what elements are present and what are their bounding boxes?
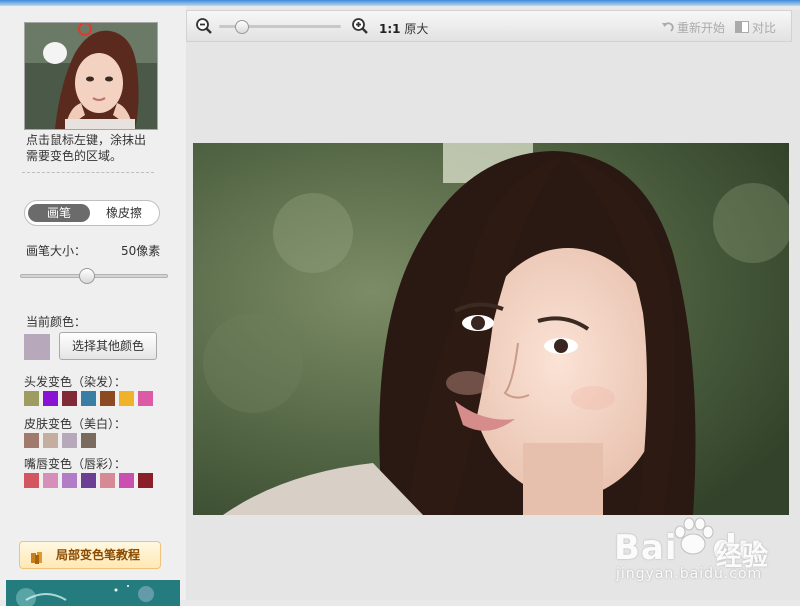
compare-icon <box>735 21 749 33</box>
zoom-in-icon[interactable] <box>351 17 369 35</box>
hair-color-swatch[interactable] <box>81 391 96 406</box>
lip-color-swatch[interactable] <box>62 473 77 488</box>
hair-color-swatch[interactable] <box>43 391 58 406</box>
restart-label: 重新开始 <box>677 21 726 35</box>
editor-area: 1:1 原大 重新开始 对比 <box>186 10 800 600</box>
hair-color-swatch[interactable] <box>119 391 134 406</box>
ratio-label: 原大 <box>404 22 429 36</box>
instruction-line-1: 点击鼠标左键，涂抹出 <box>26 133 147 147</box>
zoom-toolbar: 1:1 原大 重新开始 对比 <box>186 10 792 42</box>
watermark-url: jingyan.baidu.com <box>616 566 763 582</box>
zoom-out-icon[interactable] <box>195 17 213 35</box>
skin-color-label: 皮肤变色（美白）： <box>24 417 127 431</box>
preview-thumbnail[interactable] <box>24 22 158 130</box>
tutorial-button-label: 局部变色笔教程 <box>56 548 141 562</box>
skin-color-swatch[interactable] <box>81 433 96 448</box>
current-color-label: 当前颜色： <box>26 315 87 329</box>
divider <box>22 172 154 173</box>
mode-toggle: 画笔 橡皮擦 <box>24 200 160 226</box>
brush-size-handle[interactable] <box>79 268 95 284</box>
ad-banner[interactable] <box>6 580 180 606</box>
book-icon <box>30 548 44 564</box>
hair-color-swatch[interactable] <box>100 391 115 406</box>
tool-sidebar: 点击鼠标左键，涂抹出 需要变色的区域。 画笔 橡皮擦 画笔大小： 50像素 当前… <box>0 6 186 606</box>
watermark-logo-text: Bai <box>614 528 678 568</box>
actual-size-button[interactable]: 1:1 原大 <box>379 20 428 37</box>
ratio-value: 1:1 <box>379 22 401 36</box>
brush-size-label: 画笔大小： <box>26 244 87 258</box>
hair-color-label: 头发变色（染发）： <box>24 375 127 389</box>
skin-color-swatch[interactable] <box>43 433 58 448</box>
lip-color-swatch[interactable] <box>24 473 39 488</box>
lip-color-swatch[interactable] <box>119 473 134 488</box>
undo-arrow-icon <box>661 20 675 34</box>
brush-size-slider[interactable] <box>20 267 168 285</box>
lip-color-swatch[interactable] <box>43 473 58 488</box>
brush-mode-button[interactable]: 画笔 <box>28 204 90 222</box>
skin-color-swatch[interactable] <box>24 433 39 448</box>
instruction-line-2: 需要变色的区域。 <box>26 149 123 163</box>
lip-color-label: 嘴唇变色（唇彩）： <box>24 457 127 471</box>
baidu-jingyan-watermark: Bai@du 经验 jingyan.baidu.com <box>614 514 794 584</box>
compare-button[interactable]: 对比 <box>735 19 776 36</box>
editing-canvas[interactable] <box>193 143 789 515</box>
hair-color-swatch[interactable] <box>62 391 77 406</box>
hair-color-swatch[interactable] <box>24 391 39 406</box>
hair-color-swatch[interactable] <box>138 391 153 406</box>
lip-color-swatch[interactable] <box>100 473 115 488</box>
eraser-mode-button[interactable]: 橡皮擦 <box>93 204 155 222</box>
lip-color-swatch[interactable] <box>138 473 153 488</box>
lip-color-swatch[interactable] <box>81 473 96 488</box>
paw-icon <box>670 514 716 560</box>
restart-button[interactable]: 重新开始 <box>661 19 725 36</box>
brush-size-value: 50像素 <box>121 244 161 258</box>
skin-color-swatch[interactable] <box>62 433 77 448</box>
instruction-text: 点击鼠标左键，涂抹出 需要变色的区域。 <box>26 132 176 164</box>
tutorial-button[interactable]: 局部变色笔教程 <box>19 541 161 569</box>
zoom-handle[interactable] <box>235 20 249 34</box>
compare-label: 对比 <box>752 21 777 35</box>
zoom-slider[interactable] <box>217 20 347 34</box>
current-color-swatch <box>24 334 50 360</box>
choose-color-button[interactable]: 选择其他颜色 <box>59 332 157 360</box>
